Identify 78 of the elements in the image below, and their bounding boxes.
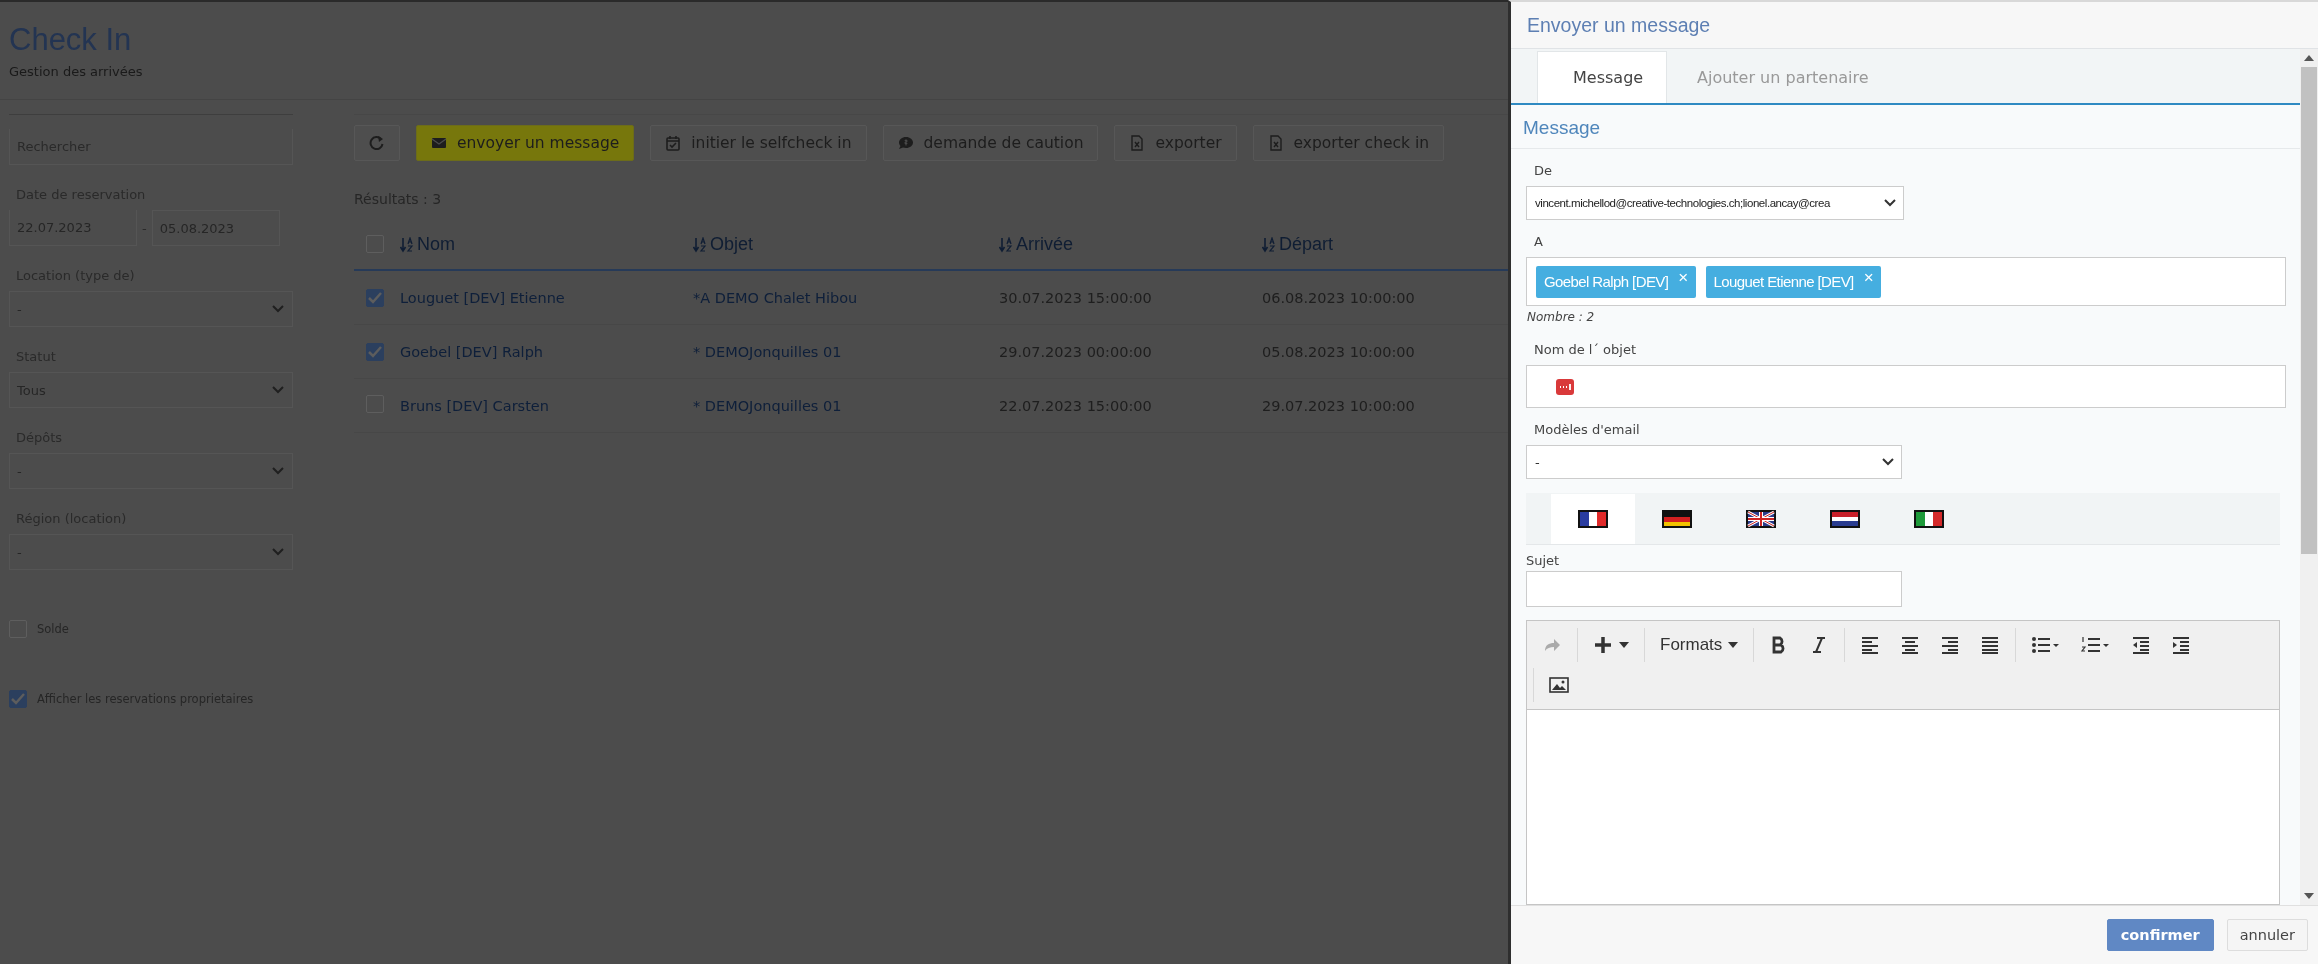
chevron-down-icon xyxy=(1881,457,1895,467)
chevron-down-icon xyxy=(271,304,285,314)
recipient-count: Nombre : 2 xyxy=(1527,310,1596,324)
property-link[interactable]: *A DEMO Chalet Hibou xyxy=(693,289,858,306)
align-right-icon xyxy=(1940,635,1961,655)
template-dropdown[interactable]: - xyxy=(1526,445,1902,479)
calendar-check-icon xyxy=(665,135,682,151)
subject-field[interactable] xyxy=(1526,571,1902,607)
scroll-down-icon xyxy=(2304,893,2314,899)
align-justify-icon xyxy=(1980,635,2001,655)
formats-dropdown[interactable]: Formats xyxy=(1655,631,1744,659)
flag-icon xyxy=(1746,510,1776,528)
sort-icon xyxy=(693,236,707,253)
scrollbar[interactable] xyxy=(2300,49,2318,905)
plus-icon xyxy=(1593,635,1613,655)
image-icon xyxy=(1549,675,1569,695)
field-label: Sujet xyxy=(1526,553,1561,568)
guest-link[interactable]: Louguet [DEV] Etienne xyxy=(400,289,565,306)
column-header[interactable]: Arrivée xyxy=(999,234,1073,256)
scroll-up-icon xyxy=(2304,55,2314,61)
outdent-icon xyxy=(2131,635,2152,655)
sort-icon xyxy=(1262,236,1276,253)
field-label: A xyxy=(1534,234,1544,249)
speech-bubble-icon xyxy=(897,135,914,151)
section-title: Message xyxy=(1511,105,2300,149)
sort-icon xyxy=(999,236,1013,253)
numbered-list-icon xyxy=(2081,635,2112,655)
tab[interactable]: Ajouter un partenaire xyxy=(1667,51,1899,103)
align-left-icon xyxy=(1860,635,1881,655)
bullet-list-icon xyxy=(2031,635,2062,655)
flag-icon xyxy=(1830,510,1860,528)
property-link[interactable]: * DEMOJonquilles 01 xyxy=(693,397,842,414)
column-header[interactable]: Nom xyxy=(400,234,455,256)
chevron-down-icon xyxy=(1883,198,1897,208)
remove-tag-button[interactable]: × xyxy=(1678,267,1688,288)
language-tab[interactable] xyxy=(1551,494,1635,544)
guest-link[interactable]: Goebel [DEV] Ralph xyxy=(400,343,544,360)
row-checkbox[interactable] xyxy=(366,342,384,361)
chevron-down-icon xyxy=(271,547,285,557)
column-header[interactable]: Objet xyxy=(693,234,754,256)
toolbar-button[interactable]: envoyer un message xyxy=(416,125,635,161)
column-header[interactable]: Départ xyxy=(1262,234,1334,256)
cancel-button[interactable]: annuler xyxy=(2226,919,2308,951)
field-label: De xyxy=(1534,163,1553,178)
checkbox[interactable] xyxy=(9,690,27,708)
flag-icon xyxy=(1662,510,1692,528)
flag-icon xyxy=(1578,510,1608,528)
indent-icon xyxy=(2171,635,2192,655)
dropdown[interactable]: - xyxy=(9,453,293,489)
chevron-down-icon xyxy=(271,385,285,395)
tab[interactable]: Message xyxy=(1537,51,1667,103)
dialog-title: Envoyer un message xyxy=(1527,13,1711,37)
dropdown[interactable]: - xyxy=(9,291,293,327)
caret-icon xyxy=(1619,642,1629,648)
envelope-icon xyxy=(431,135,447,151)
sort-icon xyxy=(400,236,414,253)
recipient-tag: Louguet Etienne [DEV] × xyxy=(1705,265,1881,298)
recipient-tag: Goebel Ralph [DEV] × xyxy=(1536,265,1696,298)
scrollbar-thumb[interactable] xyxy=(2301,67,2317,554)
field-label: Modèles d'email xyxy=(1534,422,1641,437)
chevron-down-icon xyxy=(271,466,285,476)
confirm-button[interactable]: confirmer xyxy=(2106,919,2214,951)
sender-dropdown[interactable]: vincent.michellod@creative-technologies.ch;lionel.ancay@crea xyxy=(1526,186,1904,220)
spreadsheet-file-icon xyxy=(1129,135,1146,151)
row-checkbox[interactable] xyxy=(366,288,384,307)
caret-icon xyxy=(1728,642,1739,648)
spreadsheet-file-icon xyxy=(1267,135,1284,151)
dropdown[interactable]: - xyxy=(9,534,293,570)
field-label: Nom de l´ objet xyxy=(1534,342,1637,357)
property-link[interactable]: * DEMOJonquilles 01 xyxy=(693,343,842,360)
object-name-field[interactable] xyxy=(1526,365,2286,408)
date-separator: - xyxy=(142,220,147,236)
refresh-icon xyxy=(369,135,385,151)
remove-tag-button[interactable]: × xyxy=(1863,267,1873,288)
guest-link[interactable]: Bruns [DEV] Carsten xyxy=(400,397,549,414)
recipients-field[interactable]: Goebel Ralph [DEV] × Louguet Etienne [DEV] × xyxy=(1526,257,2286,306)
align-center-icon xyxy=(1900,635,1921,655)
flag-icon xyxy=(1914,510,1944,528)
